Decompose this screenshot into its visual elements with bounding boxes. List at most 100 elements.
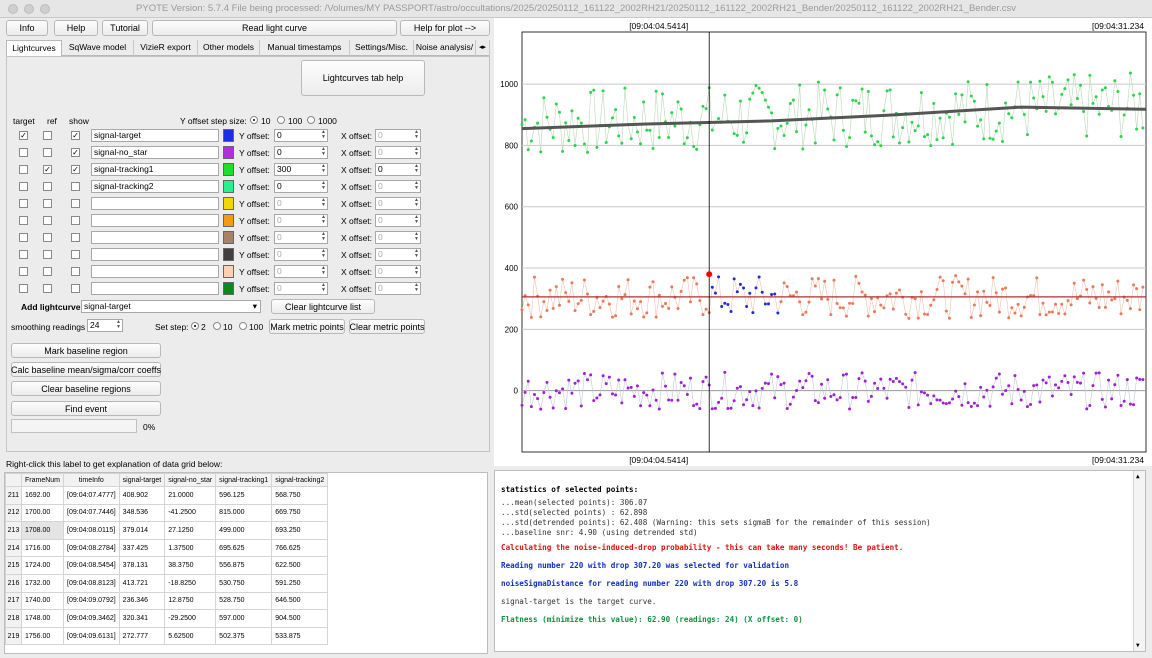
table-cell[interactable]: [09:04:09.3462] (63, 609, 120, 628)
clear-metric-points-button[interactable]: Clear metric points (349, 319, 425, 334)
table-row[interactable]: 218 1748.00 [09:04:09.3462] 320.341 -29.2500… (5, 609, 329, 628)
ref-checkbox[interactable] (43, 284, 52, 293)
curve-name-field[interactable] (91, 265, 219, 278)
show-checkbox[interactable] (71, 233, 80, 242)
spin-arrows-icon[interactable]: ▲ ▼ (321, 198, 326, 208)
table-cell[interactable]: 413.721 (118, 573, 166, 593)
yoffset-spinbox[interactable]: 0 ▲ ▼ (274, 129, 328, 142)
set-step-100-radio[interactable] (239, 322, 247, 330)
table-cell[interactable]: 591.250 (271, 573, 329, 593)
table-cell[interactable]: [09:04:08.0115] (63, 521, 120, 540)
xoffset-spinbox[interactable]: 0 ▲ ▼ (375, 248, 421, 261)
target-checkbox[interactable] (19, 165, 28, 174)
yoffset-spinbox[interactable]: 0 ▲ ▼ (274, 180, 328, 193)
spin-arrows-icon[interactable]: ▲ ▼ (321, 147, 326, 157)
scroll-up-icon[interactable]: ▲ (1136, 473, 1140, 480)
scroll-down-icon[interactable]: ▼ (1136, 642, 1140, 649)
table-cell[interactable]: [09:04:08.5454] (63, 556, 120, 575)
spin-arrows-icon[interactable]: ▲ ▼ (321, 232, 326, 242)
lightcurve-plot[interactable]: 0 200 400 600 800 1000 [09:04:04.5414] [09:04:3… (494, 18, 1152, 466)
ref-checkbox[interactable] (43, 233, 52, 242)
spin-arrows-icon[interactable]: ▲ ▼ (321, 283, 326, 293)
table-cell[interactable]: [09:04:09.0792] (63, 591, 120, 611)
show-checkbox[interactable] (71, 284, 80, 293)
curve-color-swatch[interactable] (223, 231, 234, 244)
spin-arrows-icon[interactable]: ▲ ▼ (321, 249, 326, 259)
xoffset-spinbox[interactable]: 0 ▲ ▼ (375, 180, 421, 193)
xoffset-spinbox[interactable]: 0 ▲ ▼ (375, 214, 421, 227)
curve-name-field[interactable] (91, 231, 219, 244)
target-checkbox[interactable] (19, 267, 28, 276)
table-row[interactable]: 211 1692.00 [09:04:07.4777] 408.902 21.0000 5… (5, 486, 329, 505)
spin-arrows-icon[interactable]: ▲ ▼ (321, 215, 326, 225)
show-checkbox[interactable] (71, 216, 80, 225)
curve-name-field[interactable]: signal-no_star (91, 146, 219, 159)
show-checkbox[interactable] (71, 267, 80, 276)
table-cell[interactable]: 1.37500 (164, 538, 217, 558)
show-checkbox[interactable]: ✓ (71, 148, 80, 157)
table-cell[interactable]: [09:04:07.4777] (63, 486, 120, 505)
table-cell[interactable]: 272.777 (118, 626, 166, 646)
yoffset-spinbox[interactable]: 0 ▲ ▼ (274, 265, 328, 278)
table-cell[interactable]: 669.750 (271, 503, 329, 523)
log-scrollbar[interactable]: ▲ ▼ (1133, 471, 1145, 651)
table-cell[interactable]: 236.346 (118, 591, 166, 611)
tab-settings-misc[interactable]: Settings/Misc. (350, 40, 414, 56)
table-cell[interactable]: 1700.00 (20, 503, 65, 523)
target-checkbox[interactable] (19, 182, 28, 191)
table-cell[interactable]: 21.0000 (164, 486, 217, 505)
table-row[interactable]: 219 1756.00 [09:04:09.6131] 272.777 5.62500 5… (5, 626, 329, 646)
xoffset-spinbox[interactable]: 0 ▲ ▼ (375, 231, 421, 244)
curve-name-field[interactable] (91, 248, 219, 261)
tab-scroll-arrows[interactable]: ◂▸ (476, 40, 490, 56)
column-header[interactable]: signal-tracking2 (271, 473, 329, 487)
info-button[interactable]: Info (6, 20, 48, 36)
row-header[interactable]: 212 (5, 503, 22, 523)
log-panel[interactable]: statistics of selected points: ...mean(se… (494, 470, 1146, 652)
table-cell[interactable]: 379.014 (118, 521, 166, 540)
help-button[interactable]: Help (54, 20, 98, 36)
plot-area[interactable]: 0 200 400 600 800 1000 [09:04:04.5414] [09:04:3… (494, 18, 1152, 466)
table-cell[interactable]: 408.902 (118, 486, 166, 505)
curve-name-field[interactable] (91, 197, 219, 210)
row-header[interactable]: 217 (5, 591, 22, 611)
column-header[interactable]: signal-tracking1 (215, 473, 273, 487)
column-header[interactable]: signal-no_star (164, 473, 217, 487)
spin-arrows-icon[interactable]: ▲ ▼ (321, 266, 326, 276)
table-row[interactable]: 215 1724.00 [09:04:08.5454] 378.131 38.3750 5… (5, 556, 329, 575)
table-cell[interactable]: 556.875 (215, 556, 273, 575)
table-cell[interactable]: 528.750 (215, 591, 273, 611)
curve-name-field[interactable] (91, 282, 219, 295)
table-cell[interactable]: 815.000 (215, 503, 273, 523)
curve-color-swatch[interactable] (223, 197, 234, 210)
target-checkbox[interactable]: ✓ (19, 131, 28, 140)
table-cell[interactable]: 622.500 (271, 556, 329, 575)
clear-baseline-regions-button[interactable]: Clear baseline regions (11, 381, 161, 396)
table-cell[interactable]: 348.536 (118, 503, 166, 523)
table-cell[interactable]: 646.500 (271, 591, 329, 611)
smoothing-spinbox[interactable]: 24 ▲ ▼ (87, 319, 123, 332)
spin-arrows-icon[interactable]: ▲ ▼ (414, 215, 419, 225)
table-cell[interactable]: [09:04:09.6131] (63, 626, 120, 646)
spin-arrows-icon[interactable]: ▲ ▼ (414, 283, 419, 293)
spin-arrows-icon[interactable]: ▲ ▼ (414, 266, 419, 276)
yoffset-spinbox[interactable]: 0 ▲ ▼ (274, 231, 328, 244)
spin-arrows-icon[interactable]: ▲ ▼ (321, 181, 326, 191)
table-cell[interactable]: 533.875 (271, 626, 329, 646)
table-cell[interactable]: 596.125 (215, 486, 273, 505)
table-cell[interactable]: -41.2500 (164, 503, 217, 523)
table-cell[interactable]: 695.625 (215, 538, 273, 558)
row-header[interactable]: 216 (5, 573, 22, 593)
ref-checkbox[interactable]: ✓ (43, 165, 52, 174)
tab-other-models[interactable]: Other models (198, 40, 260, 56)
column-header[interactable]: signal-target (118, 473, 166, 487)
table-cell[interactable]: 530.750 (215, 573, 273, 593)
target-checkbox[interactable] (19, 199, 28, 208)
spin-arrows-icon[interactable]: ▲ ▼ (414, 232, 419, 242)
yoffset-spinbox[interactable]: 0 ▲ ▼ (274, 248, 328, 261)
curve-color-swatch[interactable] (223, 214, 234, 227)
yoffset-spinbox[interactable]: 0 ▲ ▼ (274, 214, 328, 227)
table-cell[interactable]: 27.1250 (164, 521, 217, 540)
table-cell[interactable]: -18.8250 (164, 573, 217, 593)
tab-noise-analysis[interactable]: Noise analysis/ (414, 40, 476, 56)
